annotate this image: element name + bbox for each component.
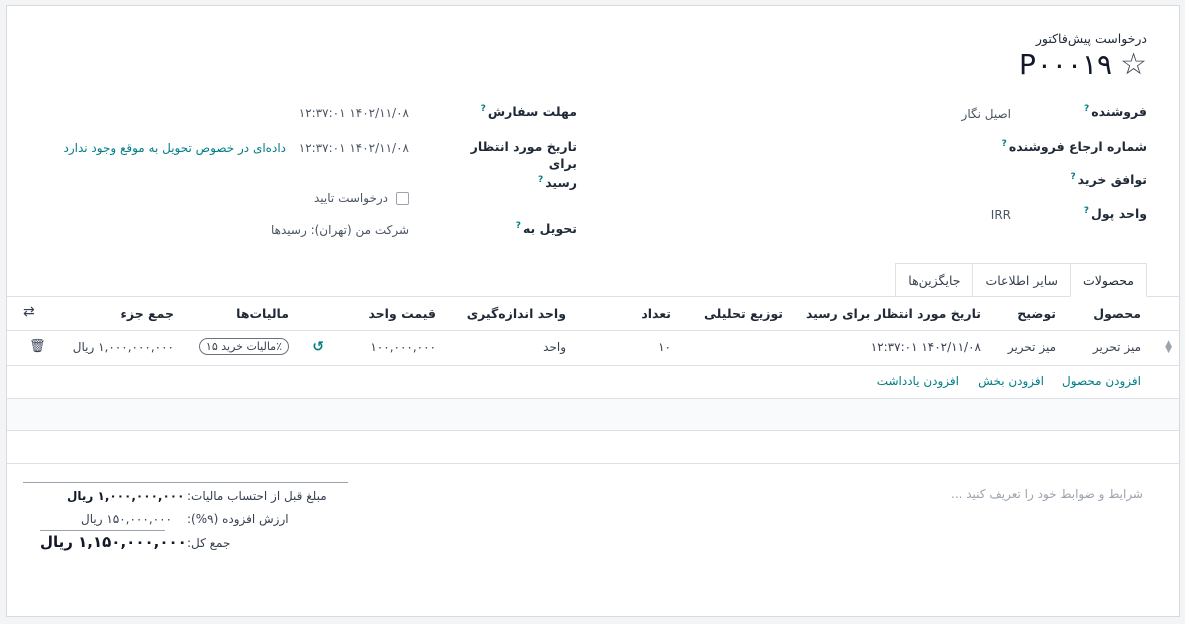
tax-badge[interactable]: مالیات خرید ۱۵٪ — [198, 338, 289, 355]
drag-handle-icon[interactable]: ▲ ▼ — [1165, 340, 1172, 355]
help-icon: ? — [537, 175, 544, 185]
terms-input[interactable]: شرایط و ضوابط خود را تعریف کنید ... — [951, 487, 1143, 501]
trash-icon[interactable]: 🗑 — [29, 339, 46, 354]
notebook-tabs: محصولات سایر اطلاعات جایگزین‌ها — [895, 263, 1147, 297]
col-expected-date[interactable]: تاریخ مورد انتظار برای رسید — [806, 306, 981, 321]
help-icon: ? — [1070, 172, 1076, 182]
cell-unit-price[interactable]: ۱۰۰,۰۰۰,۰۰۰ — [370, 340, 436, 354]
table-row[interactable]: ▲ ▼ میز تحریر میز تحریر ۱۴۰۲/۱۱/۰۸ ۱۲:۳۷:… — [7, 331, 1179, 366]
untaxed-amount-value: ۱,۰۰۰,۰۰۰,۰۰۰ ریال — [67, 489, 185, 503]
totals-divider — [40, 530, 165, 531]
expected-arrival-label: تاریخ مورد انتظار برای رسید? — [470, 139, 577, 191]
untaxed-amount-label: مبلغ قبل از احتساب مالیات: — [187, 489, 327, 503]
empty-row — [7, 399, 1179, 431]
tab-other-info[interactable]: سایر اطلاعات — [972, 263, 1072, 297]
page-title: P۰۰۰۱۹ — [1019, 48, 1113, 81]
price-history-icon[interactable]: ↺ — [312, 339, 324, 355]
col-product[interactable]: محصول — [1093, 306, 1141, 321]
cell-quantity[interactable]: ۱۰ — [658, 340, 671, 354]
star-icon[interactable]: ☆ — [1120, 49, 1147, 80]
expected-arrival-field[interactable]: ۱۴۰۲/۱۱/۰۸ ۱۲:۳۷:۰۱ — [299, 141, 409, 155]
cell-uom[interactable]: واحد — [543, 340, 566, 354]
vat-value: ۱۵۰,۰۰۰,۰۰۰ ریال — [81, 512, 172, 526]
order-deadline-label: مهلت سفارش? — [480, 104, 577, 120]
add-product-link[interactable]: افزودن محصول — [1062, 374, 1141, 388]
cell-subtotal: ۱,۰۰۰,۰۰۰,۰۰۰ ریال — [72, 340, 174, 354]
title-block: ☆ P۰۰۰۱۹ — [1019, 48, 1147, 81]
cell-description[interactable]: میز تحریر — [1008, 340, 1056, 354]
vendor-field[interactable]: اصیل نگار — [962, 107, 1011, 121]
add-section-link[interactable]: افزودن بخش — [978, 374, 1044, 388]
help-icon: ? — [1084, 104, 1090, 114]
vendor-reference-field[interactable] — [811, 142, 1011, 158]
col-subtotal[interactable]: جمع جزء — [121, 306, 174, 321]
col-quantity[interactable]: تعداد — [641, 306, 671, 321]
currency-label: واحد پول? — [1083, 206, 1147, 222]
vendor-label: فروشنده? — [1084, 104, 1147, 120]
ask-confirmation-checkbox[interactable] — [396, 191, 409, 205]
help-icon: ? — [1083, 206, 1089, 216]
cell-expected-date[interactable]: ۱۴۰۲/۱۱/۰۸ ۱۲:۳۷:۰۱ — [871, 340, 981, 354]
cell-product[interactable]: میز تحریر — [1093, 340, 1141, 354]
deliver-to-field[interactable]: شرکت من (تهران): رسیدها — [271, 223, 409, 237]
total-value: ۱,۱۵۰,۰۰۰,۰۰۰ ریال — [40, 533, 187, 551]
order-deadline-field[interactable]: ۱۴۰۲/۱۱/۰۸ ۱۲:۳۷:۰۱ — [299, 106, 409, 120]
col-description[interactable]: توضیح — [1017, 306, 1056, 321]
form-sheet: درخواست پیش‌فاکتور ☆ P۰۰۰۱۹ فروشنده? اصی… — [6, 5, 1180, 617]
column-settings-icon[interactable]: ⇄ — [23, 304, 35, 320]
total-label: جمع کل: — [187, 536, 231, 550]
ask-confirmation-label: درخواست تایید — [314, 191, 388, 205]
vat-label: ارزش افزوده (۹%): — [187, 512, 289, 526]
deliver-to-label: تحویل به? — [515, 221, 577, 237]
tab-products[interactable]: محصولات — [1070, 263, 1147, 297]
help-icon: ? — [480, 104, 486, 114]
tab-alternatives[interactable]: جایگزین‌ها — [895, 263, 974, 297]
on-time-delivery-note: داده‌ای در خصوص تحویل به موقع وجود ندارد — [63, 141, 286, 155]
col-analytic[interactable]: توزیع تحلیلی — [704, 306, 783, 321]
col-unit-price[interactable]: قیمت واحد — [368, 306, 436, 321]
ask-confirmation[interactable]: درخواست تایید — [314, 191, 409, 205]
form-subtitle: درخواست پیش‌فاکتور — [1035, 31, 1147, 46]
col-taxes[interactable]: مالیات‌ها — [236, 306, 289, 321]
help-icon: ? — [515, 221, 521, 231]
col-uom[interactable]: واحد اندازه‌گیری — [467, 306, 566, 321]
currency-field[interactable]: IRR — [991, 208, 1011, 222]
empty-row — [7, 431, 1179, 464]
purchase-agreement-label: توافق خرید? — [1070, 172, 1147, 188]
purchase-agreement-field[interactable] — [811, 175, 1011, 191]
add-line-row: افزودن محصول افزودن بخش افزودن یادداشت — [7, 366, 1179, 399]
totals-top-divider — [23, 482, 348, 483]
add-note-link[interactable]: افزودن یادداشت — [877, 374, 959, 388]
order-lines-header: محصول توضیح تاریخ مورد انتظار برای رسید … — [7, 297, 1179, 331]
vendor-reference-label: شماره ارجاع فروشنده? — [1001, 139, 1147, 155]
